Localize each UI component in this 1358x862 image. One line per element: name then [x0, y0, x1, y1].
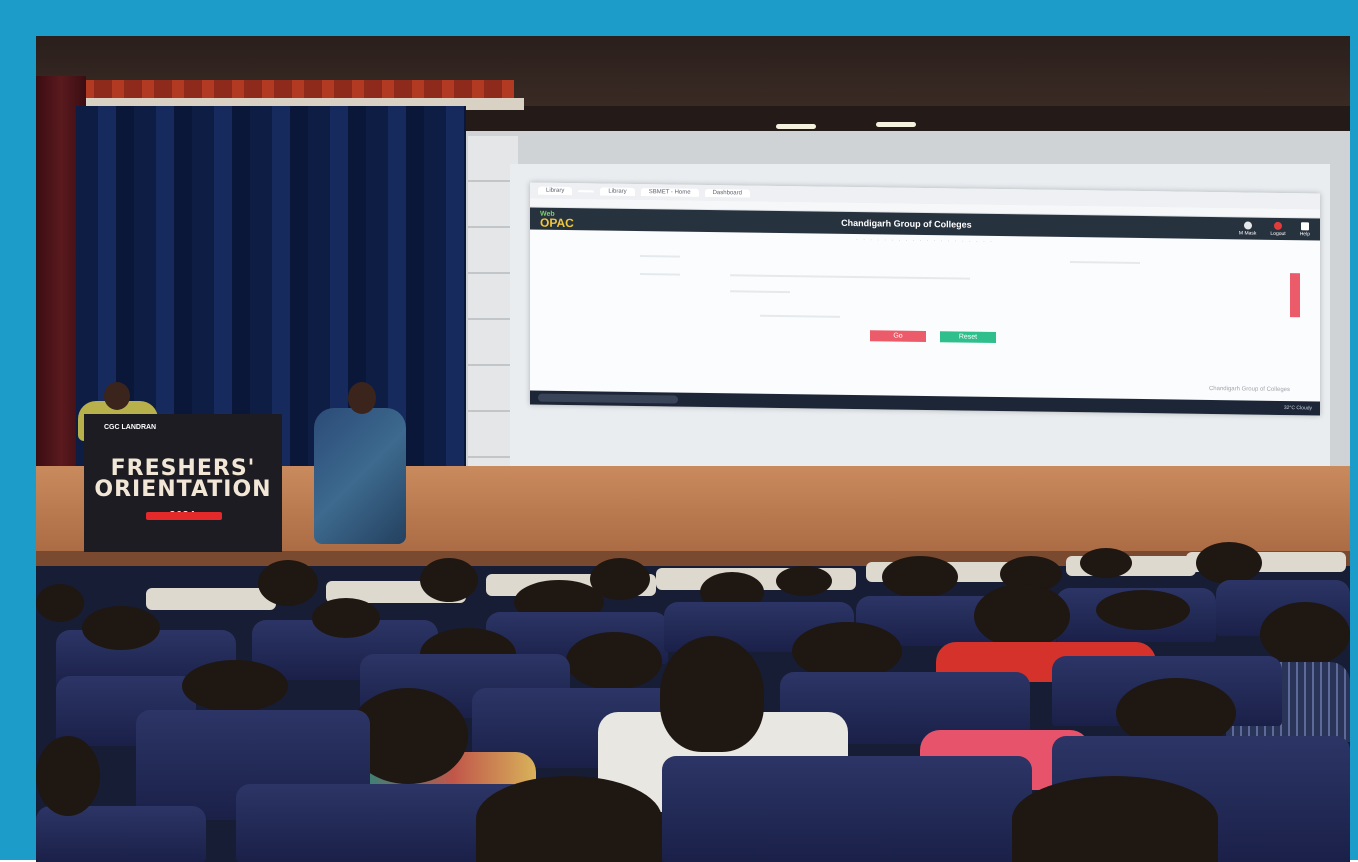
form-field — [730, 274, 970, 280]
form-field — [760, 314, 840, 318]
podium: CGC LANDRAN FRESHERS' ORIENTATION 2024 — [84, 414, 282, 552]
audience-head — [566, 632, 662, 690]
ceiling-light — [776, 124, 816, 129]
seat-headrest — [146, 588, 276, 610]
audience-head — [82, 606, 160, 650]
opac-logo: Web OPAC — [540, 210, 574, 231]
audience-head — [182, 660, 288, 712]
form-label — [640, 255, 680, 258]
photo-frame: Library Library SBMET - Home Dashboard W… — [0, 0, 1358, 862]
form-field — [730, 290, 790, 294]
opac-logo-text: OPAC — [540, 215, 574, 231]
audience-head-long-hair — [660, 636, 764, 752]
browser-tab: Library — [600, 187, 635, 196]
auditorium-photo: Library Library SBMET - Home Dashboard W… — [36, 36, 1350, 862]
taskbar-search — [538, 393, 678, 404]
form-field — [1070, 261, 1140, 265]
stage-valance — [64, 80, 514, 100]
search-form: Go Reset — [530, 241, 1320, 362]
feedback-side-tab — [1290, 273, 1300, 318]
podium-brand: CGC LANDRAN — [104, 424, 157, 431]
browser-tab: Library — [538, 186, 573, 196]
audience-head — [1096, 590, 1190, 630]
ceiling-light — [876, 122, 916, 127]
help-icon: Help — [1300, 221, 1310, 237]
footer-text: Chandigarh Group of Colleges — [1208, 385, 1290, 394]
audience-head — [1080, 548, 1132, 578]
power-icon: Logout — [1270, 221, 1286, 237]
audience-head — [882, 556, 958, 598]
audience-head — [258, 560, 318, 606]
audience-head — [312, 598, 380, 638]
audience-head — [476, 776, 662, 862]
audience-head — [974, 584, 1070, 648]
browser-tab — [578, 190, 595, 193]
podium-date-tag — [146, 512, 222, 520]
form-label — [640, 273, 680, 276]
taskbar-weather: 32°C Cloudy — [1283, 405, 1312, 412]
go-button: Go — [870, 330, 926, 343]
podium-person-head — [104, 382, 130, 410]
audience-head — [36, 736, 100, 816]
user-icon: M Mask — [1239, 220, 1256, 236]
audience-head — [1196, 542, 1262, 584]
audience-head — [420, 558, 478, 602]
browser-tab: SBMET - Home — [640, 188, 699, 197]
college-name: Chandigarh Group of Colleges — [841, 217, 972, 230]
speaker-saree — [314, 408, 406, 544]
header-icons: M Mask Logout Help — [1239, 220, 1310, 237]
audience-head — [776, 566, 832, 596]
browser-tab: Dashboard — [704, 188, 750, 198]
seat-back — [662, 756, 1032, 862]
reset-button: Reset — [940, 331, 996, 343]
audience-head — [36, 584, 84, 622]
projected-opac-page: Library Library SBMET - Home Dashboard W… — [530, 182, 1320, 416]
speaker-head — [348, 382, 376, 414]
audience-head — [1012, 776, 1218, 862]
